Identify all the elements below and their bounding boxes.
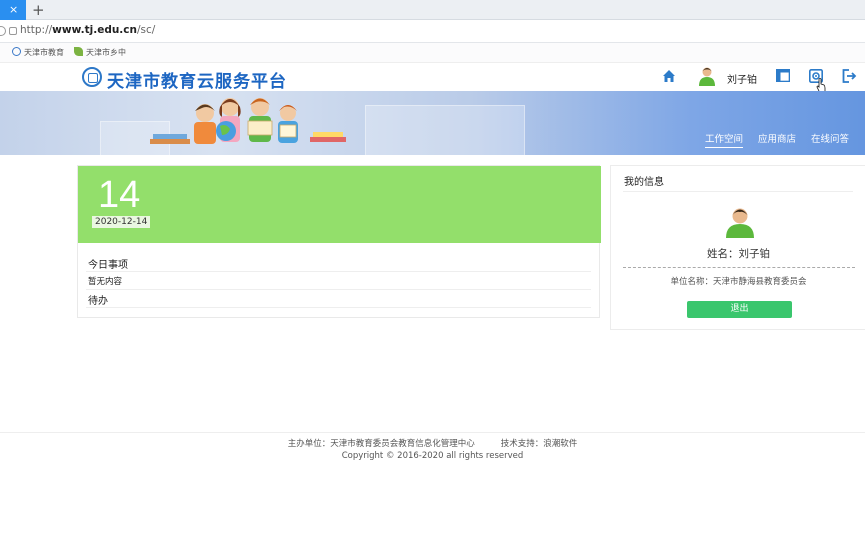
- tab-close-icon[interactable]: ×: [9, 3, 18, 17]
- day-number: 14: [98, 174, 141, 216]
- nav-tab-app-store[interactable]: 应用商店: [758, 131, 796, 145]
- nav-tab-workspace[interactable]: 工作空间: [705, 131, 744, 148]
- home-icon[interactable]: [662, 69, 676, 83]
- divider: [86, 289, 591, 290]
- my-info-card: 我的信息 姓名：刘子铂 单位名称：天津市静海县教育委员会 退出: [610, 165, 865, 330]
- footer-divider: [0, 432, 865, 433]
- footer-copyright: Copyright © 2016-2020 all rights reserve…: [341, 451, 524, 461]
- nav-tab-online-qa[interactable]: 在线问答: [811, 131, 849, 145]
- bookmark-item[interactable]: 天津市乡中: [74, 47, 126, 58]
- divider: [86, 307, 591, 308]
- bookmarks-bar: ⁝ 天津市教育 天津市乡中: [0, 43, 865, 63]
- browser-tab[interactable]: ×: [0, 0, 26, 20]
- layout-icon[interactable]: [776, 69, 790, 82]
- children-reading-illustration: [150, 98, 346, 144]
- url-text[interactable]: http://www.tj.edu.cn/sc/: [20, 24, 155, 36]
- address-bar[interactable]: http://www.tj.edu.cn/sc/: [0, 20, 865, 43]
- today-items-empty: 暂无内容: [88, 277, 123, 287]
- footer-info: 主办单位：天津市教育委员会教育信息化管理中心 技术支持：浪潮软件: [0, 437, 865, 449]
- new-tab-icon[interactable]: +: [32, 1, 45, 19]
- divider: [86, 271, 591, 272]
- full-date: 2020-12-14: [92, 216, 151, 228]
- site-info-icon[interactable]: [9, 27, 17, 35]
- avatar: [726, 208, 754, 238]
- bookmark-item[interactable]: 天津市教育: [12, 47, 64, 58]
- site-title[interactable]: 天津市教育云服务平台: [107, 67, 287, 92]
- site-header: 天津市教育云服务平台 刘子铂: [0, 63, 865, 92]
- user-avatar-icon[interactable]: [698, 66, 716, 86]
- bookmarks-overflow-icon[interactable]: ⁝: [0, 47, 1, 56]
- dashed-divider: [623, 267, 855, 268]
- profile-unit: 单位名称：天津市静海县教育委员会: [670, 277, 807, 287]
- my-info-title: 我的信息: [624, 177, 664, 188]
- calendar-card: 14 2020-12-14 今日事项 暂无内容 待办: [77, 165, 601, 318]
- banner-building-illustration: [365, 105, 525, 155]
- logo-icon[interactable]: [82, 67, 102, 87]
- refresh-icon[interactable]: [0, 26, 6, 36]
- globe-icon: [12, 47, 21, 56]
- logout-button[interactable]: 退出: [687, 301, 792, 318]
- browser-tab-bar: × +: [0, 0, 865, 20]
- date-panel: 14 2020-12-14: [78, 166, 601, 243]
- todo-heading[interactable]: 待办: [88, 292, 108, 307]
- footer-sponsor: 主办单位：天津市教育委员会教育信息化管理中心: [287, 439, 475, 449]
- profile-name: 姓名：刘子铂: [707, 248, 770, 260]
- today-items-heading: 今日事项: [88, 260, 128, 271]
- logout-icon[interactable]: [842, 69, 857, 83]
- divider: [623, 191, 853, 192]
- footer-support: 技术支持：浪潮软件: [500, 439, 578, 449]
- leaf-icon: [74, 47, 83, 56]
- banner: 工作空间 应用商店 在线问答: [0, 91, 865, 155]
- user-name[interactable]: 刘子铂: [727, 71, 757, 86]
